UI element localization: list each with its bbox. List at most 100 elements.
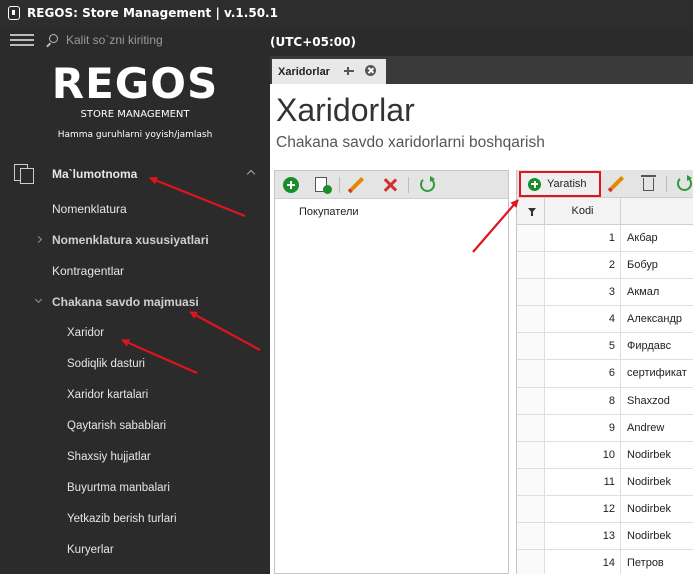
table-row[interactable]: 8 Shaxzod [517,387,693,415]
logo-subtitle: STORE MANAGEMENT [80,109,190,120]
cell-kodi: 4 [545,306,621,333]
row-selector[interactable] [517,225,545,252]
delete-icon[interactable] [382,177,398,193]
table-body: 1 Акбар 2 Бобур 3 Акмал 4 Александр 5 Фирдавс 6 сер… [517,225,693,574]
sidebar-item-yetkazib-berish-turlari[interactable]: Yetkazib berish turlari [0,507,270,531]
sidebar-item-xaridor[interactable]: Xaridor [0,321,270,345]
row-selector[interactable] [517,360,545,387]
sidebar-item-nomenklatura-xususiyatlari[interactable]: Nomenklatura xususiyatlari [0,228,270,252]
trash-icon[interactable] [641,175,656,191]
edit-icon[interactable] [349,176,365,192]
sidebar-item-label: Sodiqlik dasturi [67,358,145,370]
cell-name: сертификат [627,367,687,380]
table-row[interactable]: 3 Акмал [517,279,693,307]
sidebar-item-label: Nomenklatura [52,202,127,216]
table-row[interactable]: 6 сертификат [517,360,693,388]
row-selector[interactable] [517,333,545,360]
row-selector[interactable] [517,468,545,495]
sidebar-item-label: Kontragentlar [52,264,125,278]
table-row[interactable]: 12 Nodirbek [517,495,693,524]
cell-name: Акмал [627,286,660,299]
table-row[interactable]: 13 Nodirbek [517,523,693,551]
sidebar-item-kuryerlar[interactable]: Kuryerlar [0,538,270,562]
refresh-icon[interactable] [677,175,692,191]
row-selector[interactable] [517,523,545,550]
table-row[interactable]: 10 Nodirbek [517,441,693,469]
row-selector[interactable] [517,495,545,523]
table-row[interactable]: 1 Акбар [517,225,693,253]
sidebar-item-qaytarish-sabablari[interactable]: Qaytarish sabablari [0,414,270,438]
cell-name: Александр [627,313,683,326]
refresh-icon[interactable] [420,176,435,192]
sidebar-item-kontragentlar[interactable]: Kontragentlar [0,259,270,283]
cell-kodi: 13 [545,523,621,550]
chevron-right-icon [34,235,43,244]
title-bar: REGOS: Store Management | v.1.50.1 [0,0,693,26]
sidebar-item-label: Yetkazib berish turlari [67,513,177,525]
filter-icon[interactable] [517,198,545,224]
cell-name: Shaxzod [627,394,670,407]
row-selector[interactable] [517,387,545,414]
row-selector[interactable] [517,279,545,306]
customers-table: Kodi 1 Акбар 2 Бобур 3 Акмал 4 Александр 5 Фирдав… [517,198,693,574]
window-title: REGOS: Store Management | v.1.50.1 [27,6,278,20]
table-row[interactable]: 2 Бобур [517,252,693,280]
tree-node-pokupateli[interactable]: Покупатели [299,206,359,218]
sidebar-item-label: Xaridor [67,327,105,339]
add-subgroup-icon[interactable] [315,177,332,194]
sidebar-item-chakana-savdo-majmuasi[interactable]: Chakana savdo majmuasi [0,290,270,314]
table-row[interactable]: 11 Nodirbek [517,468,693,496]
hamburger-menu-icon[interactable] [10,34,34,46]
tab-label: Xaridorlar [278,65,330,78]
groups-panel: Покупатели [274,170,509,574]
cell-name: Andrew [627,421,665,434]
toolbar-separator [339,177,340,193]
edit-icon[interactable] [609,175,625,191]
row-selector[interactable] [517,306,545,333]
column-header-name[interactable] [621,198,693,224]
row-selector[interactable] [517,550,545,574]
cell-kodi: 6 [545,360,621,387]
sidebar-item-label: Buyurtma manbalari [67,482,170,494]
close-icon[interactable] [365,65,376,76]
row-selector[interactable] [517,441,545,468]
page-subtitle: Chakana savdo xaridorlarni boshqarish [276,134,545,151]
search-icon [46,34,58,47]
cell-name: Бобур [627,259,658,272]
cell-name: Петров [627,557,664,570]
cell-kodi: 10 [545,441,621,468]
sidebar-item-label: Xaridor kartalari [67,389,149,401]
row-selector[interactable] [517,414,545,441]
sidebar-item-sodiqlik-dasturi[interactable]: Sodiqlik dasturi [0,352,270,376]
sidebar-section-malumotnoma[interactable]: Ma`lumotnoma [0,159,270,189]
expand-collapse-groups-link[interactable]: Hamma guruhlarni yoyish/jamlash [0,130,270,140]
table-row[interactable]: 4 Александр [517,306,693,334]
pin-icon[interactable] [344,67,354,75]
cell-name: Nodirbek [627,530,672,543]
add-group-icon[interactable] [283,177,299,193]
page-title: Xaridorlar [276,92,415,128]
sidebar-item-label: Kuryerlar [67,544,114,556]
cell-kodi: 9 [545,414,621,441]
search-input[interactable] [66,33,266,47]
add-icon [528,177,541,191]
cell-name: Фирдавс [627,340,672,353]
row-selector[interactable] [517,252,545,279]
table-row[interactable]: 5 Фирдавс [517,333,693,361]
sidebar-item-xaridor-kartalari[interactable]: Xaridor kartalari [0,383,270,407]
tab-xaridorlar[interactable]: Xaridorlar [272,59,386,84]
toolbar-separator [408,177,409,193]
sidebar-item-label: Nomenklatura xususiyatlari [52,233,209,247]
sidebar-item-buyurtma-manbalari[interactable]: Buyurtma manbalari [0,476,270,500]
table-row[interactable]: 14 Петров [517,550,693,574]
logo: REGOS STORE MANAGEMENT Hamma guruhlarni … [0,62,270,141]
tab-strip: Xaridorlar [270,56,693,84]
sidebar-item-nomenklatura[interactable]: Nomenklatura [0,197,270,221]
create-button[interactable]: Yaratish [519,171,601,197]
toolbar-separator [666,176,667,192]
sidebar-item-shaxsiy-hujjatlar[interactable]: Shaxsiy hujjatlar [0,445,270,469]
column-header-kodi[interactable]: Kodi [545,198,621,224]
sidebar: REGOS STORE MANAGEMENT Hamma guruhlarni … [0,26,270,574]
app-icon [8,6,20,20]
table-row[interactable]: 9 Andrew [517,414,693,442]
